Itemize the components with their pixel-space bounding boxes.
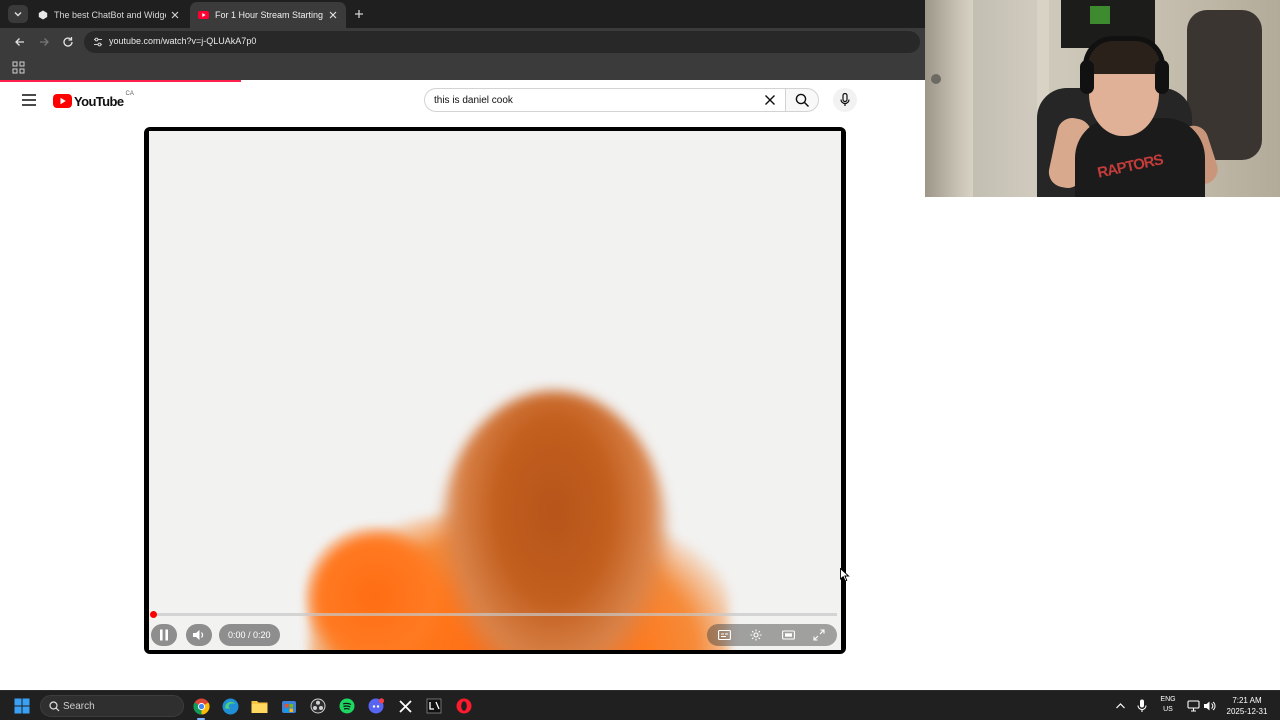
tray-microphone-icon[interactable] xyxy=(1137,699,1147,713)
network-icon[interactable] xyxy=(1187,700,1200,712)
taskbar-search-input[interactable]: Search xyxy=(40,695,184,717)
captions-icon xyxy=(718,629,731,641)
taskbar-app-x[interactable] xyxy=(395,696,415,716)
video-scrubber-handle[interactable] xyxy=(150,611,157,618)
mute-button[interactable] xyxy=(186,624,212,646)
apps-grid-icon[interactable] xyxy=(12,61,25,74)
youtube-icon xyxy=(198,11,209,19)
taskbar-search-placeholder: Search xyxy=(63,701,95,712)
volume-icon[interactable] xyxy=(1203,700,1216,712)
tab-title: The best ChatBot and Widgets xyxy=(54,10,166,20)
clock-date: 2025-12-31 xyxy=(1226,707,1268,716)
jetbrains-icon xyxy=(426,698,442,714)
video-player[interactable]: 0:00 / 0:20 xyxy=(144,127,846,654)
opera-icon xyxy=(456,698,472,714)
tab-search-button[interactable] xyxy=(8,5,28,23)
webcam-overlay: RAPTORS xyxy=(925,0,1280,197)
chevron-down-icon xyxy=(14,12,22,17)
taskbar-app-store[interactable] xyxy=(279,696,299,716)
close-icon[interactable] xyxy=(328,10,338,20)
video-content[interactable] xyxy=(149,131,841,650)
voice-search-button[interactable] xyxy=(833,88,857,112)
video-progress-bar[interactable] xyxy=(153,613,837,616)
tab-title: For 1 Hour Stream Starting Soo xyxy=(215,10,324,20)
system-clock[interactable]: 7:21 AM 2025-12-31 xyxy=(1222,695,1272,717)
microphone-icon xyxy=(840,93,850,106)
video-blurred-head xyxy=(439,391,669,650)
site-info-icon[interactable] xyxy=(92,36,104,48)
youtube-logo-text: YouTube xyxy=(74,93,124,109)
taskbar-app-chrome[interactable] xyxy=(191,696,211,720)
webcam-poster-graphic xyxy=(1090,6,1110,24)
language-code: ENG xyxy=(1160,696,1176,703)
chrome-icon xyxy=(192,698,210,714)
language-region: US xyxy=(1163,706,1173,713)
search-query-text: this is daniel cook xyxy=(434,95,513,106)
edge-icon xyxy=(222,698,238,714)
webcam-headset-earcup xyxy=(1155,60,1169,94)
browser-tab-youtube[interactable]: For 1 Hour Stream Starting Soo xyxy=(190,2,346,28)
browser-toolbar: youtube.com/watch?v=j-QLUAkA7p0 xyxy=(0,28,925,56)
discord-icon xyxy=(368,698,384,714)
spotify-icon xyxy=(339,698,355,714)
taskbar-app-jetbrains[interactable] xyxy=(424,696,444,716)
volume-icon xyxy=(193,630,204,640)
taskbar-app-edge[interactable] xyxy=(220,696,240,716)
youtube-play-logo-icon xyxy=(53,94,72,108)
time-display: 0:00 / 0:20 xyxy=(219,624,280,646)
forward-arrow-icon[interactable] xyxy=(37,35,51,49)
subtitles-button[interactable] xyxy=(718,629,731,641)
webcam-door xyxy=(925,0,973,197)
back-arrow-icon[interactable] xyxy=(13,35,27,49)
address-url: youtube.com/watch?v=j-QLUAkA7p0 xyxy=(109,36,257,46)
chevron-up-icon[interactable] xyxy=(1115,701,1126,711)
windows-taskbar: Search ENG US 7:21 AM 2025-12-31 xyxy=(0,690,1280,720)
bookmarks-bar xyxy=(0,56,925,80)
menu-icon[interactable] xyxy=(22,94,36,106)
theater-mode-button[interactable] xyxy=(782,629,795,641)
fullscreen-button[interactable] xyxy=(813,629,825,641)
webcam-door-knob xyxy=(931,74,941,84)
search-button[interactable] xyxy=(785,88,819,112)
browser-tab-chatbot[interactable]: The best ChatBot and Widgets xyxy=(30,2,188,28)
theater-mode-icon xyxy=(782,630,795,640)
youtube-logo[interactable]: YouTube CA xyxy=(53,91,134,110)
search-icon xyxy=(795,93,810,108)
obs-icon xyxy=(310,698,326,714)
new-tab-icon[interactable] xyxy=(352,7,366,21)
country-code: CA xyxy=(125,91,134,97)
input-language-indicator[interactable]: ENG US xyxy=(1159,695,1177,715)
reload-icon[interactable] xyxy=(61,35,75,49)
x-app-icon xyxy=(398,699,412,713)
pause-icon xyxy=(160,629,168,641)
close-icon[interactable] xyxy=(170,10,180,20)
mouse-cursor-icon xyxy=(840,568,850,582)
taskbar-app-obs[interactable] xyxy=(308,696,328,716)
taskbar-app-discord[interactable] xyxy=(366,696,386,716)
address-bar[interactable]: youtube.com/watch?v=j-QLUAkA7p0 xyxy=(84,31,920,53)
gear-icon xyxy=(750,629,762,641)
taskbar-app-opera[interactable] xyxy=(454,696,474,716)
settings-button[interactable] xyxy=(750,629,762,641)
pause-button[interactable] xyxy=(151,624,177,646)
taskbar-app-file-explorer[interactable] xyxy=(249,696,269,716)
streamelements-icon xyxy=(38,10,48,20)
browser-tab-bar: The best ChatBot and Widgets For 1 Hour … xyxy=(0,0,925,28)
webcam-headset-earcup xyxy=(1080,60,1094,94)
file-explorer-icon xyxy=(251,700,267,713)
search-icon xyxy=(49,701,60,712)
taskbar-app-spotify[interactable] xyxy=(337,696,357,716)
fullscreen-icon xyxy=(813,629,825,641)
clear-search-icon[interactable] xyxy=(764,94,776,106)
clock-time: 7:21 AM xyxy=(1232,696,1262,705)
windows-start-icon[interactable] xyxy=(14,698,30,714)
store-icon xyxy=(282,701,296,713)
search-input[interactable]: this is daniel cook xyxy=(424,88,785,112)
player-settings-controls xyxy=(707,624,837,646)
